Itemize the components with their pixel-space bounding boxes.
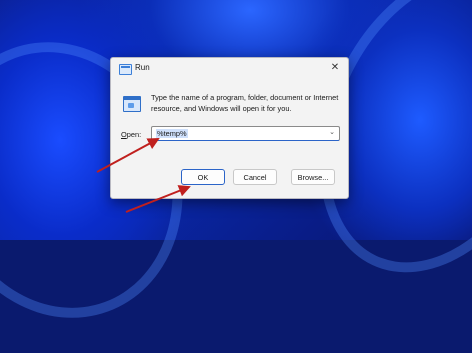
dialog-description: Type the name of a program, folder, docu…	[151, 93, 339, 113]
close-icon[interactable]: ✕	[328, 61, 342, 75]
browse-button[interactable]: Browse...	[291, 169, 335, 185]
open-combobox[interactable]: %temp% ⌄	[151, 126, 340, 141]
ok-button[interactable]: OK	[181, 169, 225, 185]
open-label-text: pen:	[126, 130, 142, 139]
open-label: Open:	[121, 130, 141, 139]
cancel-button[interactable]: Cancel	[233, 169, 277, 185]
open-input-value[interactable]: %temp%	[156, 129, 188, 138]
chevron-down-icon[interactable]: ⌄	[329, 128, 335, 136]
dialog-title: Run	[135, 63, 150, 72]
run-dialog: Run ✕ Type the name of a program, folder…	[110, 57, 349, 199]
run-dialog-titlebar: Run ✕	[111, 58, 348, 80]
run-app-icon	[123, 96, 141, 112]
run-window-icon	[119, 64, 132, 75]
